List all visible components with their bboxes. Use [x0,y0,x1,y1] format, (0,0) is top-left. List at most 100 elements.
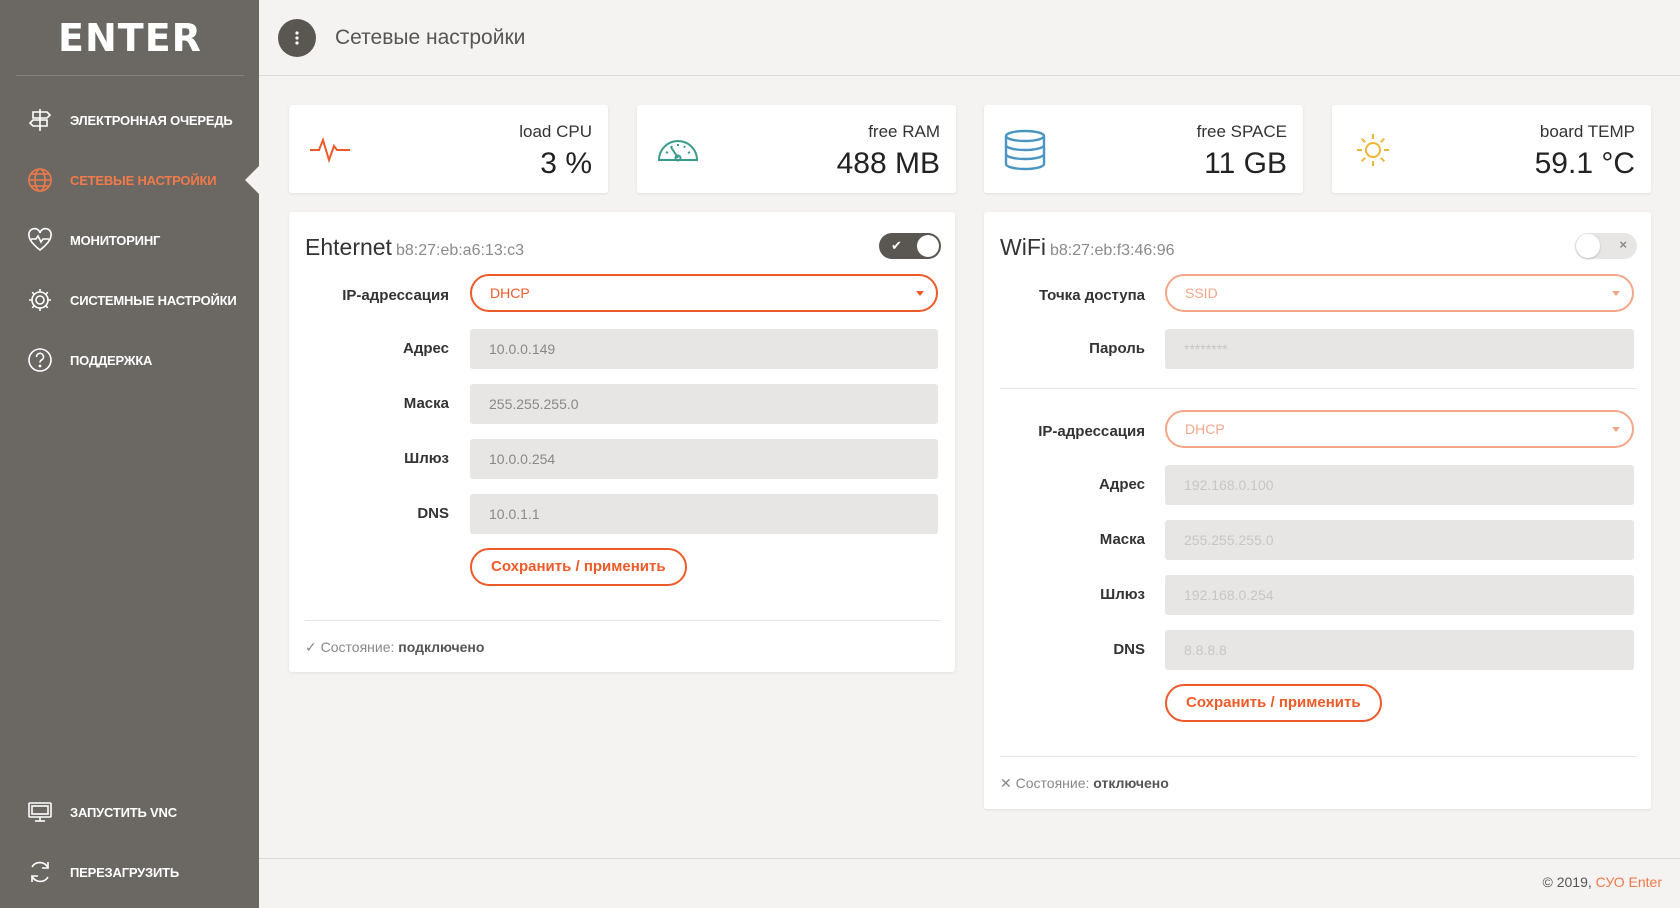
logo-text: ENTER [58,15,202,60]
logo[interactable]: ENTER [16,0,244,76]
sidebar-item-system[interactable]: Системные настройки [0,270,259,330]
ethernet-ip-row: IP-адрессация DHCP [289,274,955,314]
stat-label: free SPACE [1196,122,1287,141]
sidebar-item-queue[interactable]: Электронная очередь [0,90,259,150]
wifi-ip-mode-select[interactable]: DHCP [1165,410,1634,448]
close-icon: ✕ [1000,775,1012,791]
sidebar-item-label: Запустить VNC [70,804,177,820]
ethernet-gateway-row: Шлюз 10.0.0.254 [289,439,955,479]
stat-value: 59.1 °C [1534,147,1635,180]
wifi-save-button[interactable]: Сохранить / применить [1165,684,1382,722]
divider [305,620,941,621]
stat-label: load CPU [519,122,592,141]
sidebar-item-label: Перезагрузить [70,864,180,880]
sidebar-item-reboot[interactable]: Перезагрузить [0,842,259,902]
ethernet-gateway-field[interactable]: 10.0.0.254 [470,439,938,479]
ethernet-mask-field[interactable]: 255.255.255.0 [470,384,938,424]
stat-card-temp: board TEMP 59.1 °C [1332,105,1651,193]
gear-icon [26,286,54,314]
wifi-title: WiFi [1000,234,1046,260]
reload-icon [26,858,54,886]
pulse-icon [307,127,353,173]
sidebar-bottom: Запустить VNC Перезагрузить [0,782,259,902]
wifi-address-row: Адрес 192.168.0.100 [984,465,1651,505]
field-label: Пароль [1089,340,1145,357]
field-label: DNS [417,505,449,522]
stat-label: board TEMP [1539,122,1635,141]
wifi-mask-row: Маска 255.255.255.0 [984,520,1651,560]
stat-value: 11 GB [1204,147,1287,180]
field-label: DNS [1113,641,1145,658]
sidebar-item-label: Поддержка [70,352,153,368]
field-label: Маска [403,395,449,412]
stat-value: 488 MB [836,147,940,180]
copyright-text: © 2019, [1542,874,1592,890]
wifi-status: ✕ Состояние: отключено [1000,775,1169,792]
sidebar-item-network[interactable]: Сетевые настройки [0,150,259,210]
chevron-down-icon [1612,427,1620,432]
sidebar-item-monitoring[interactable]: Мониторинг [0,210,259,270]
toggle-knob [1576,234,1600,258]
sidebar-item-vnc[interactable]: Запустить VNC [0,782,259,842]
field-label: Адрес [402,340,449,357]
sidebar-nav: Электронная очередь Сетевые настройки Мо… [0,90,259,390]
check-icon: ✓ [305,639,317,655]
stat-label: free RAM [868,122,940,141]
wifi-mask-field[interactable]: 255.255.255.0 [1165,520,1634,560]
sun-icon [1350,127,1396,173]
wifi-password-field[interactable]: ******** [1165,329,1634,369]
ethernet-panel: Ehternet b8:27:eb:a6:13:c3 ✔ IP-адрессаци… [289,212,955,672]
stat-card-cpu: load CPU 3 % [289,105,608,193]
wifi-dns-field[interactable]: 8.8.8.8 [1165,630,1634,670]
ethernet-title: Ehternet [305,234,392,260]
select-value: DHCP [490,285,530,301]
monitor-icon [26,798,54,826]
chevron-down-icon [916,291,924,296]
wifi-gateway-field[interactable]: 192.168.0.254 [1165,575,1634,615]
status-value: отключено [1093,775,1169,791]
select-value: SSID [1185,285,1218,301]
sidebar-item-support[interactable]: Поддержка [0,330,259,390]
ethernet-dns-row: DNS 10.0.1.1 [289,494,955,534]
wifi-address-field[interactable]: 192.168.0.100 [1165,465,1634,505]
stat-value: 3 % [540,147,592,180]
help-icon [26,346,54,374]
wifi-dns-row: DNS 8.8.8.8 [984,630,1651,670]
sidebar-item-label: Системные настройки [70,292,237,308]
field-label: Точка доступа [1038,287,1145,304]
more-vertical-icon [295,30,299,45]
ethernet-address-field[interactable]: 10.0.0.149 [470,329,938,369]
divider [1000,388,1637,389]
field-label: Шлюз [404,450,449,467]
wifi-toggle[interactable]: × [1575,233,1637,259]
status-value: подключено [398,639,485,655]
field-label: Адрес [1098,476,1145,493]
globe-icon [26,166,54,194]
copyright: © 2019, СУО Enter [1543,874,1662,890]
header: Сетевые настройки [259,0,1680,76]
field-label: IP-адрессация [1038,423,1145,440]
ethernet-ip-mode-select[interactable]: DHCP [470,274,938,312]
sidebar: ENTER Электронная очередь Сетевые настро… [0,0,259,908]
ethernet-dns-field[interactable]: 10.0.1.1 [470,494,938,534]
ethernet-mask-row: Маска 255.255.255.0 [289,384,955,424]
wifi-ssid-select[interactable]: SSID [1165,274,1634,312]
ethernet-toggle[interactable]: ✔ [879,233,941,259]
copyright-link[interactable]: СУО Enter [1596,874,1662,890]
page-title: Сетевые настройки [335,25,526,49]
wifi-mac: b8:27:eb:f3:46:96 [1049,242,1175,259]
status-label: Состояние: [320,639,395,655]
panel-title: WiFi b8:27:eb:f3:46:96 [1000,234,1175,261]
wifi-panel: WiFi b8:27:eb:f3:46:96 × Точка доступа SS… [984,212,1651,809]
field-label: Шлюз [1100,586,1145,603]
ethernet-save-button[interactable]: Сохранить / применить [470,548,687,586]
chevron-down-icon [1612,291,1620,296]
database-icon [1002,127,1048,173]
wifi-gateway-row: Шлюз 192.168.0.254 [984,575,1651,615]
more-menu-button[interactable] [278,18,316,57]
check-icon: ✔ [891,238,902,253]
speedometer-icon [655,127,701,173]
sidebar-item-label: Мониторинг [70,232,161,248]
wifi-ip-row: IP-адрессация DHCP [984,410,1651,450]
panel-title: Ehternet b8:27:eb:a6:13:c3 [305,234,524,261]
